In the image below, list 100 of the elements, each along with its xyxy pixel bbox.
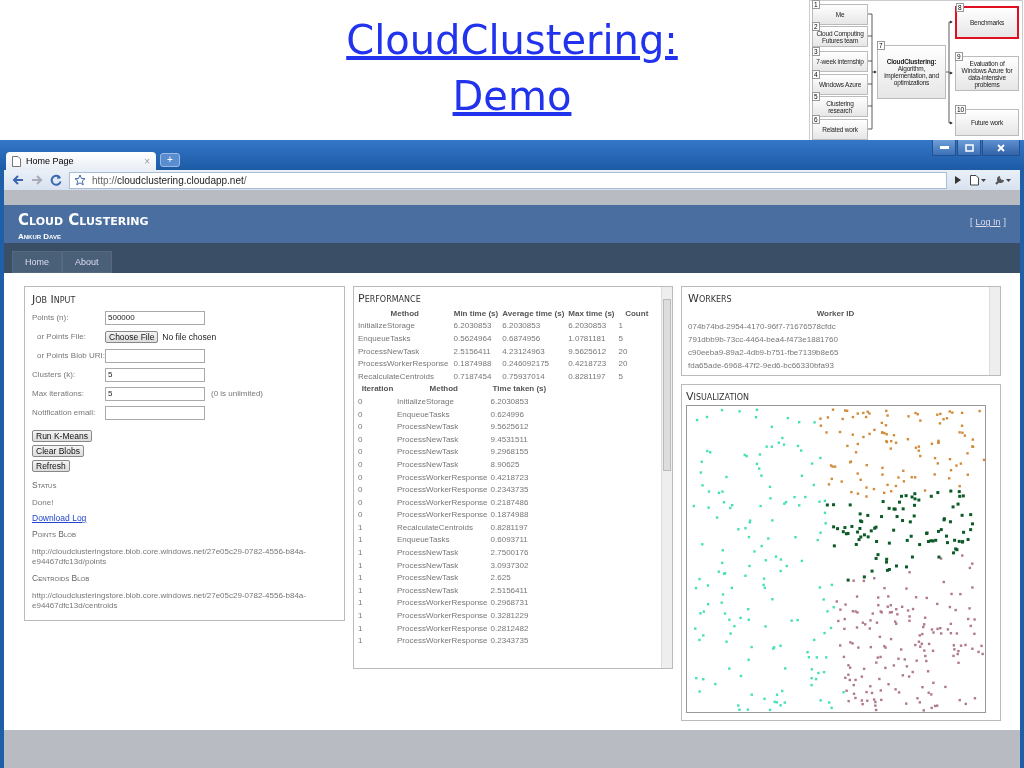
page-menu-icon[interactable] [969,174,987,186]
table-cell-text: 0.5624964 [452,333,493,345]
login-link[interactable]: Log In [975,217,1001,243]
table-cell-text: 3.0937302 [490,559,530,572]
table-cell: 1 [358,546,397,559]
table-cell: 1 [358,571,397,585]
table-cell: 0 [358,407,397,421]
input-field[interactable]: 500000 [105,310,205,325]
table-cell-text: 6.2030853 [501,320,542,333]
table-cell: ProcessNewTask [397,584,491,597]
table-cell: 0 [358,445,397,459]
field-label: Max iterations: [32,389,86,398]
table-cell-text: 9.4531511 [490,433,529,446]
table-cell: 0 [358,458,397,471]
close-icon [997,143,1005,152]
table-cell-text: 9.2968155 [490,446,530,459]
table-cell-text: 0.3281229 [490,610,530,622]
nav-tab[interactable]: Home [12,251,62,273]
table-cell-text: 2.7500176 [490,547,530,559]
table-cell: ProcessWorkerResponse [397,634,491,648]
table-cell: InitializeStorage [397,395,491,408]
input-field[interactable]: 5 [105,386,205,401]
action-button[interactable]: Refresh [32,460,70,472]
table-cell: 1 [358,584,397,597]
table-cell: 1 [358,558,397,572]
download-log-link[interactable]: Download Log [32,513,87,523]
worker-id: 791dbb9b-73cc-4464-bea4-f473e1881760 [688,334,839,346]
close-button[interactable] [982,140,1020,156]
table-cell-text: 0.6093711 [490,534,529,547]
table-cell-text: 0.2812482 [490,622,530,635]
table-cell-text: 0.2968731 [490,597,530,610]
minimize-button[interactable] [932,140,956,156]
scrollbar[interactable] [989,287,1000,375]
url-text: http://cloudclustering.cloudapp.net/ [92,174,247,186]
scroll-thumb[interactable] [663,299,671,471]
column-header: Iteration [360,383,395,396]
field-label: or Points Blob URI: [36,351,105,360]
table-cell: ProcessNewTask [397,571,491,585]
table-cell-text: ProcessWorkerResponse [358,358,450,370]
table-cell: 1 [358,521,397,534]
table-cell: ProcessWorkerResponse [397,609,491,622]
table-cell: 1 [358,609,397,622]
table-cell-text: RecalculateCentroids [358,370,436,383]
table-cell: 1 [358,634,397,648]
field-label: or Points File: [36,332,87,341]
table-cell-text: 2.625 [490,572,512,585]
table-cell-text: 0.7187454 [452,370,493,383]
table-cell: ProcessWorkerResponse [397,470,491,484]
panel-heading: Performance [358,292,422,305]
blob-url: http://cloudclusteringstore.blob.core.windows.net/27e05c29-0782-4556-b84a-e94467dfc13d/centroids [32,591,307,611]
field-label: Points (n): [32,313,70,322]
table-cell: ProcessWorkerResponse [397,483,491,496]
panel-heading: Job Input [32,293,77,306]
table-cell-text: 20 [617,345,629,358]
table-cell: 1 [358,533,397,547]
table-cell: ProcessNewTask [397,558,491,572]
file-status: No file chosen [162,331,217,342]
site-subtitle: Ankur Dave [18,232,62,241]
bracket-text: ] [1003,217,1006,229]
table-cell: ProcessWorkerResponse [397,508,491,522]
table-cell-text: 1.0781181 [567,333,607,345]
table-cell-text: 2.5156411 [490,584,529,597]
slide-title[interactable]: CloudClustering: Demo [340,12,684,124]
play-icon[interactable] [954,175,962,185]
section-heading: Status [32,480,58,490]
input-field[interactable] [105,348,205,363]
maximize-button[interactable] [957,140,981,156]
table-cell-text: 2.5156411 [452,345,492,358]
table-cell-text: EnqueueTasks [358,333,412,345]
table-cell-text: 5 [617,370,624,383]
address-bar[interactable]: http://cloudclustering.cloudapp.net/ [69,171,947,189]
input-field[interactable] [105,405,205,420]
table-cell-text: 0.1874988 [452,358,493,370]
back-icon[interactable] [12,175,24,185]
bracket-text: [ [969,217,973,229]
table-cell-text: 0.2343735 [490,635,530,648]
table-cell-text: 20 [617,358,629,370]
action-button[interactable]: Clear Blobs [32,445,84,457]
star-icon[interactable] [74,174,86,186]
table-cell: ProcessWorkerResponse [397,596,491,610]
choose-file-button[interactable]: Choose File [105,330,159,343]
browser-tab[interactable]: Home Page × [6,152,156,170]
table-cell: ProcessWorkerResponse [397,495,491,509]
column-header: Average time (s) [501,307,566,320]
table-cell: EnqueueTasks [397,533,491,547]
scrollbar[interactable] [661,287,672,668]
table-cell: 0 [358,395,397,408]
input-field[interactable]: 5 [105,367,205,382]
wrench-icon[interactable] [994,174,1012,186]
field-label: Clusters (k): [32,370,77,379]
action-button[interactable]: Run K-Means [32,430,92,442]
table-cell-text: 0.4218723 [490,471,530,484]
table-cell: 0 [358,483,397,496]
nav-tab[interactable]: About [62,251,112,273]
field-hint: (0 is unlimited) [211,389,263,398]
panel-heading: Workers [688,292,733,305]
section-heading: Centroids Blob [32,573,91,583]
worker-id: c90eeba9-89a2-4db9-b751-fbe7139b8e65 [688,347,840,359]
reload-icon[interactable] [50,174,62,186]
table-cell-text: 0.6874956 [501,333,542,345]
